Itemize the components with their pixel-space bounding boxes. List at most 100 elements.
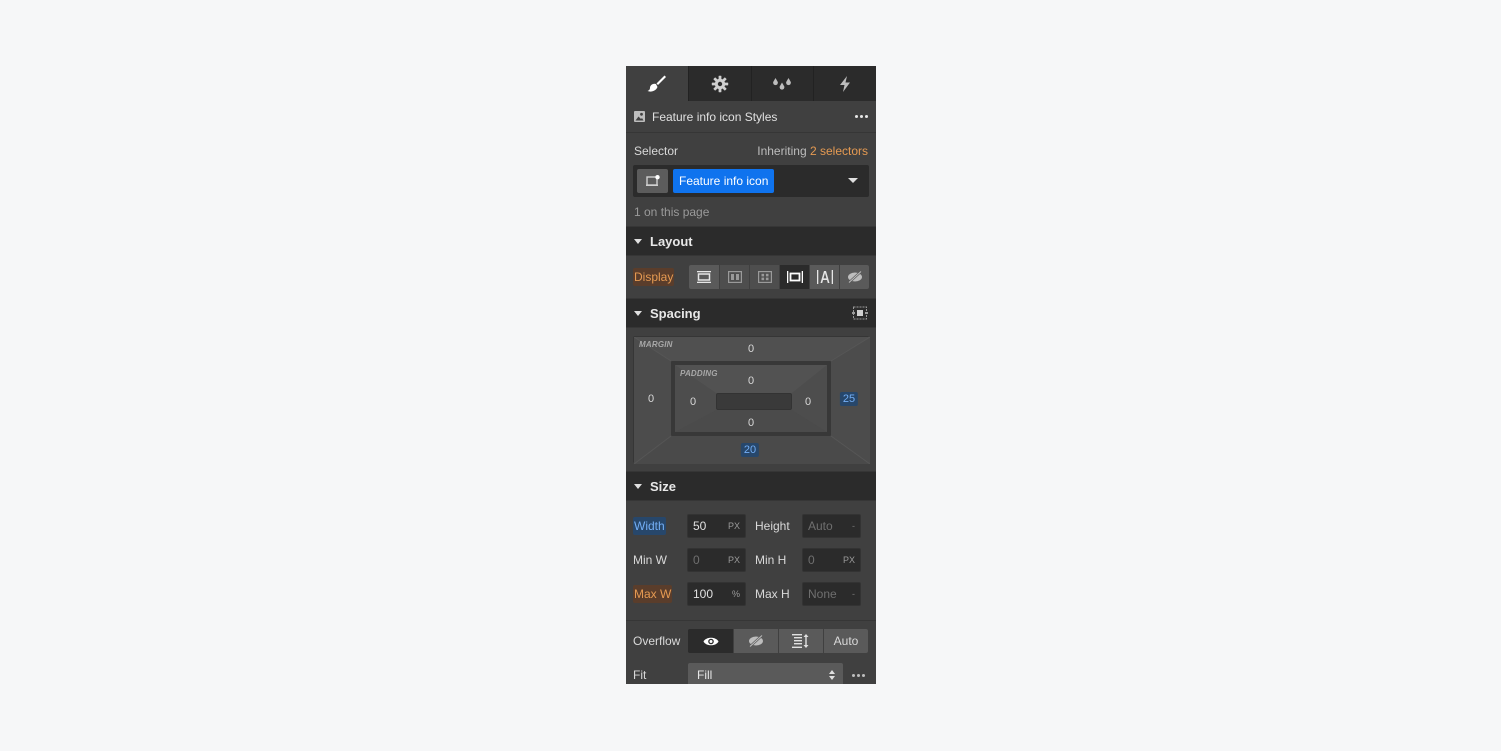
fit-value: Fill xyxy=(697,668,713,682)
overflow-visible-button[interactable] xyxy=(688,629,733,653)
min-width-unit[interactable]: PX xyxy=(728,555,740,565)
eye-slash-icon xyxy=(749,635,763,647)
section-title: Size xyxy=(650,478,677,494)
overflow-auto-button[interactable]: Auto xyxy=(823,629,868,653)
display-block-button[interactable] xyxy=(689,265,719,289)
display-flex-icon xyxy=(727,271,742,283)
display-segmented-control xyxy=(689,265,869,289)
min-height-value: 0 xyxy=(808,553,815,567)
width-unit[interactable]: PX xyxy=(728,521,740,531)
fit-select[interactable]: Fill xyxy=(688,663,843,684)
more-dots-icon[interactable] xyxy=(855,111,868,122)
tab-style-manager[interactable] xyxy=(750,66,814,101)
display-grid-button[interactable] xyxy=(749,265,779,289)
max-width-unit[interactable]: % xyxy=(732,589,740,599)
gear-icon xyxy=(711,75,728,92)
height-input[interactable]: Auto - xyxy=(802,514,861,538)
max-width-label[interactable]: Max W xyxy=(633,585,673,603)
padding-right-value[interactable]: 0 xyxy=(802,395,814,409)
fit-row: Fit Fill xyxy=(626,661,876,684)
panel-title: Feature info icon Styles xyxy=(652,109,778,124)
caret-down-icon xyxy=(634,238,642,244)
padding-left-value[interactable]: 0 xyxy=(687,395,699,409)
selector-field[interactable]: Feature info icon xyxy=(633,165,869,197)
padding-bottom-value[interactable]: 0 xyxy=(745,416,757,430)
section-title: Layout xyxy=(650,233,693,249)
width-label[interactable]: Width xyxy=(633,517,666,535)
min-height-unit[interactable]: PX xyxy=(843,555,855,565)
section-size-header[interactable]: Size xyxy=(626,471,876,501)
display-block-icon xyxy=(697,271,711,283)
paintbrush-icon xyxy=(647,75,666,92)
margin-left-value[interactable]: 0 xyxy=(645,392,657,406)
min-height-input[interactable]: 0 PX xyxy=(802,548,861,572)
panel-tabs xyxy=(626,66,876,101)
overflow-label: Overflow xyxy=(633,634,681,648)
element-state-icon xyxy=(645,175,660,186)
eye-icon xyxy=(703,637,718,645)
size-row: Max W 100 % Max H None - xyxy=(633,577,869,611)
caret-down-icon xyxy=(634,310,642,316)
content-box xyxy=(716,393,792,410)
panel-header: Feature info icon Styles xyxy=(626,101,876,133)
fit-label: Fit xyxy=(633,668,647,682)
display-none-button[interactable] xyxy=(839,265,869,289)
margin-bottom-value[interactable]: 20 xyxy=(740,443,760,457)
spacing-editor: MARGIN 0 0 25 20 PADDING 0 0 0 0 xyxy=(626,328,876,471)
scroll-icon xyxy=(792,634,809,648)
size-row: Min W 0 PX Min H 0 PX xyxy=(633,543,869,577)
margin-label: MARGIN xyxy=(639,340,673,349)
size-editor: Width 50 PX Height Auto - Min W 0 PX Min… xyxy=(626,501,876,615)
max-width-input[interactable]: 100 % xyxy=(687,582,746,606)
min-height-label: Min H xyxy=(755,553,787,567)
display-grid-icon xyxy=(757,271,772,283)
max-height-label: Max H xyxy=(755,587,790,601)
tab-interactions[interactable] xyxy=(813,66,876,101)
tab-settings[interactable] xyxy=(687,66,751,101)
image-icon xyxy=(634,111,645,122)
overflow-row: Overflow Auto xyxy=(626,621,876,661)
display-label[interactable]: Display xyxy=(633,268,675,286)
inheriting-selectors-link[interactable]: 2 selectors xyxy=(810,144,868,158)
overflow-hidden-button[interactable] xyxy=(733,629,778,653)
min-width-input[interactable]: 0 PX xyxy=(687,548,746,572)
margin-right-value[interactable]: 25 xyxy=(839,392,859,406)
selector-row: Selector Inheriting 2 selectors xyxy=(626,133,876,165)
padding-box: PADDING 0 0 0 0 xyxy=(675,365,827,432)
selector-chip[interactable]: Feature info icon xyxy=(673,169,775,193)
max-height-input[interactable]: None - xyxy=(802,582,861,606)
margin-box: MARGIN 0 0 25 20 PADDING 0 0 0 0 xyxy=(633,336,870,464)
size-row: Width 50 PX Height Auto - xyxy=(633,509,869,543)
drops-icon xyxy=(773,77,792,90)
tab-style[interactable] xyxy=(626,66,688,101)
max-height-unit[interactable]: - xyxy=(852,589,855,599)
display-inline-button[interactable] xyxy=(809,265,839,289)
display-flex-button[interactable] xyxy=(719,265,749,289)
section-layout-header[interactable]: Layout xyxy=(626,226,876,256)
height-label: Height xyxy=(755,519,790,533)
style-panel: Feature info icon Styles Selector Inheri… xyxy=(626,66,876,684)
padding-label: PADDING xyxy=(680,369,718,378)
padding-top-value[interactable]: 0 xyxy=(745,374,757,388)
margin-top-value[interactable]: 0 xyxy=(745,342,757,356)
overflow-scroll-button[interactable] xyxy=(778,629,823,653)
display-inline-block-button[interactable] xyxy=(779,265,809,289)
max-height-value: None xyxy=(808,587,837,601)
width-value: 50 xyxy=(693,519,707,533)
height-unit[interactable]: - xyxy=(852,521,855,531)
selector-state-button[interactable] xyxy=(637,169,668,193)
max-width-value: 100 xyxy=(693,587,714,601)
chevron-down-icon[interactable] xyxy=(848,178,858,183)
usage-count: 1 on this page xyxy=(634,204,710,219)
caret-down-icon xyxy=(634,483,642,489)
inheriting-prefix: Inheriting xyxy=(757,144,807,158)
width-input[interactable]: 50 PX xyxy=(687,514,746,538)
section-spacing-header[interactable]: Spacing xyxy=(626,298,876,328)
display-row: Display xyxy=(626,256,876,298)
overflow-segmented-control: Auto xyxy=(688,629,868,653)
display-inline-block-icon xyxy=(786,271,803,283)
more-dots-icon[interactable] xyxy=(852,670,865,681)
spacing-mode-icon[interactable] xyxy=(852,306,868,320)
display-none-icon xyxy=(847,271,862,283)
section-title: Spacing xyxy=(650,305,701,321)
